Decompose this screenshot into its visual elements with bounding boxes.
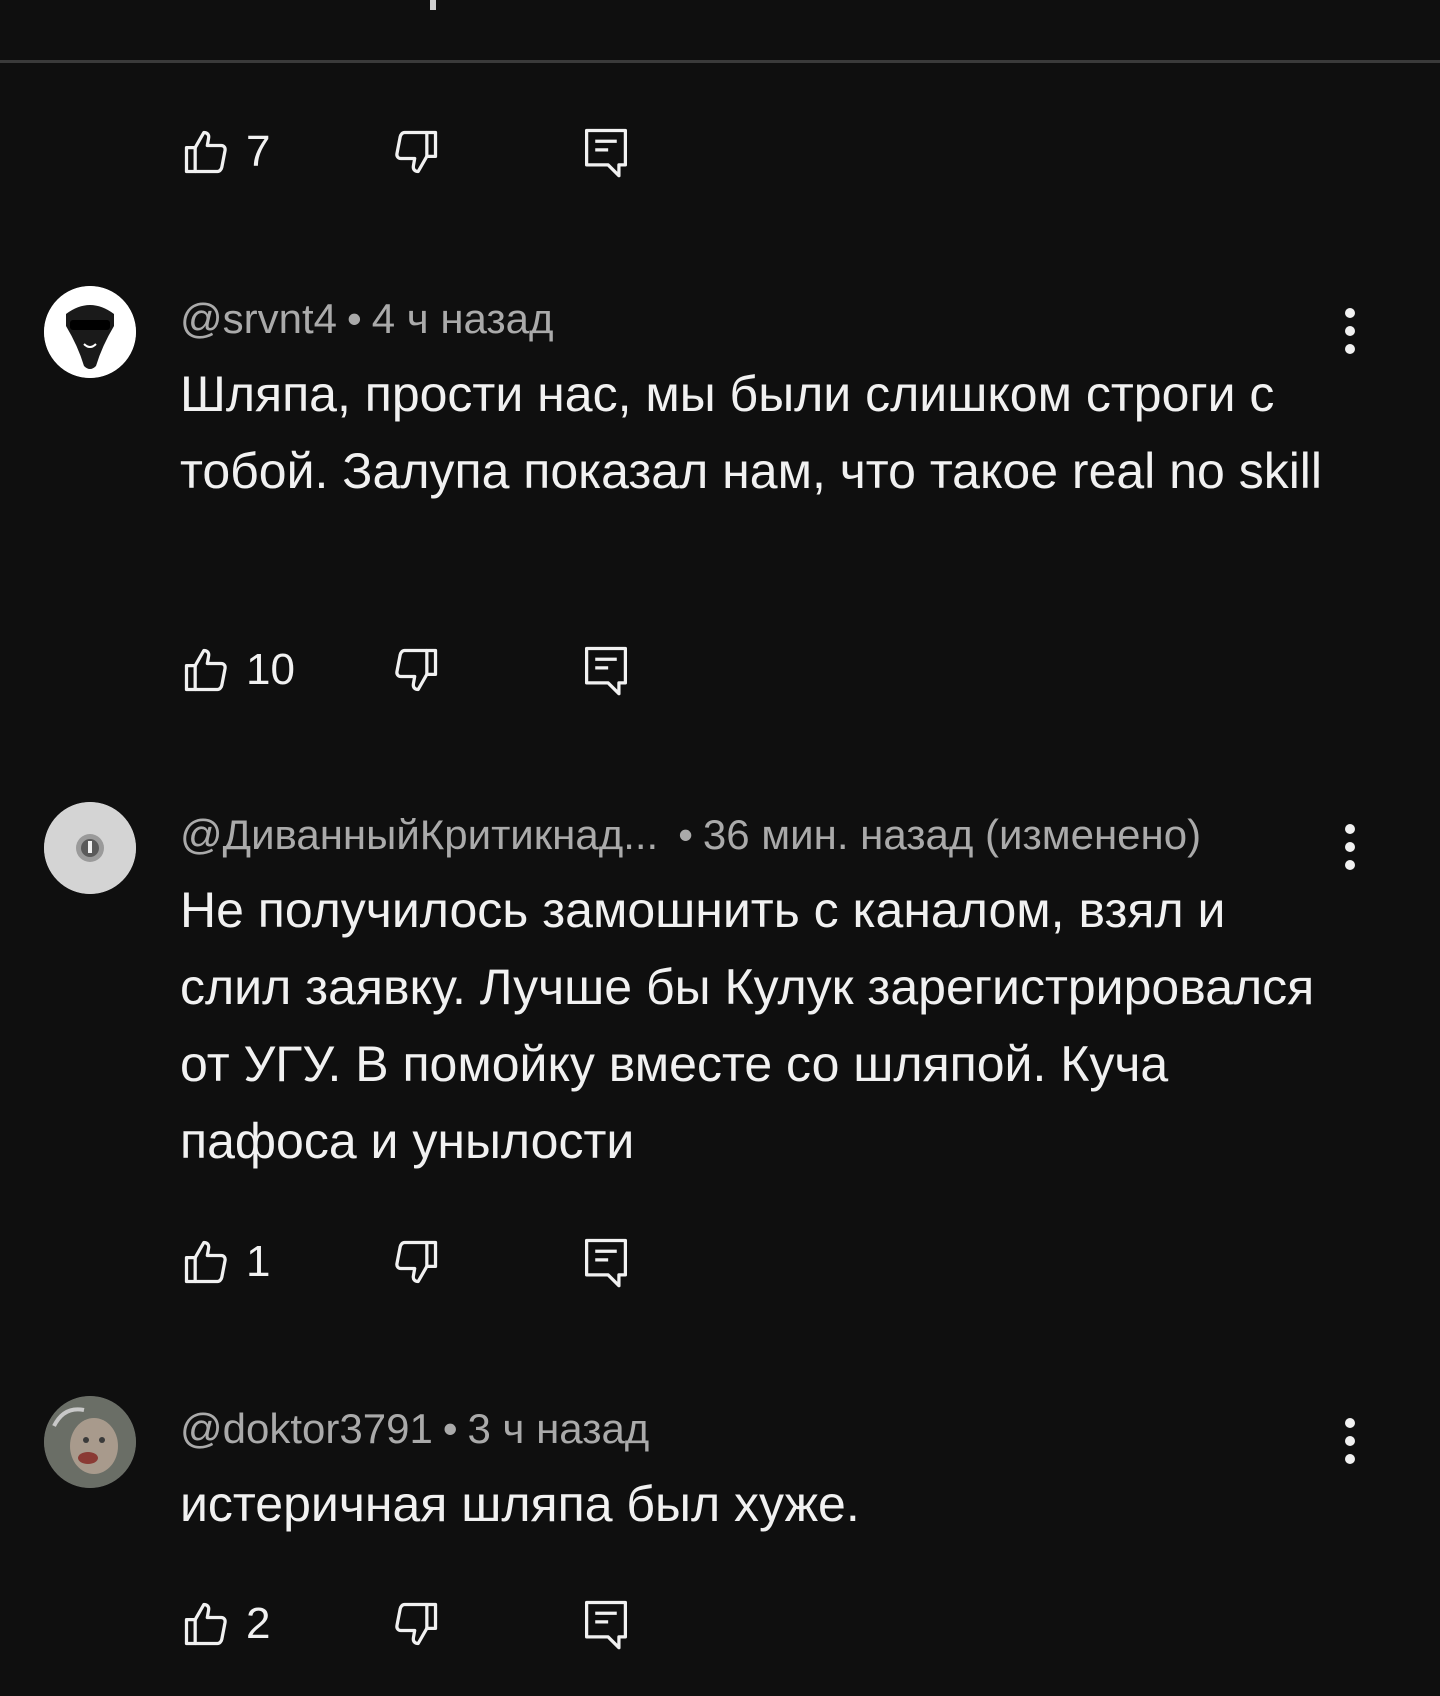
reply-comment-icon xyxy=(580,1596,632,1652)
author-handle[interactable]: @srvnt4 xyxy=(180,295,337,342)
reply-comment-icon xyxy=(580,1234,632,1290)
like-button[interactable]: 7 xyxy=(180,120,270,184)
comment-time: 3 ч назад xyxy=(467,1405,650,1452)
reply-button[interactable] xyxy=(580,1230,632,1294)
reply-button[interactable] xyxy=(580,120,632,184)
divider xyxy=(0,60,1440,63)
comment-actions: 10 xyxy=(180,638,700,702)
reply-comment-icon xyxy=(580,124,632,180)
comment-time: 4 ч назад xyxy=(371,295,554,342)
comment-actions: 1 xyxy=(180,1230,700,1294)
dislike-button[interactable] xyxy=(390,120,442,184)
comment-meta: @ДиванныйКритикнад... • 36 мин. назад (изм… xyxy=(180,814,1201,856)
comment-text: Шляпа, прости нас, мы были слишком строг… xyxy=(180,366,1323,499)
meta-separator: • xyxy=(442,1405,458,1452)
thumbs-down-icon xyxy=(390,644,442,696)
author-handle[interactable]: @ДиванныйКритикнад... xyxy=(180,811,658,858)
like-button[interactable]: 10 xyxy=(180,638,295,702)
author-handle[interactable]: @doktor3791 xyxy=(180,1405,433,1452)
thumbs-down-icon xyxy=(390,1236,442,1288)
avatar[interactable] xyxy=(44,802,136,894)
like-button[interactable]: 2 xyxy=(180,1592,270,1656)
dislike-button[interactable] xyxy=(390,1230,442,1294)
thumbs-up-icon xyxy=(180,644,232,696)
comment-meta: @doktor3791 • 3 ч назад xyxy=(180,1408,649,1450)
thumbs-up-icon xyxy=(180,1236,232,1288)
meta-separator: • xyxy=(678,811,693,858)
like-count: 7 xyxy=(246,127,271,176)
like-count: 1 xyxy=(246,1237,271,1286)
like-count: 10 xyxy=(246,645,295,694)
comment-text: Не получилось замошнить с каналом, взял … xyxy=(180,882,1315,1169)
dislike-button[interactable] xyxy=(390,638,442,702)
more-vertical-icon xyxy=(1344,1417,1356,1465)
thumbs-down-icon xyxy=(390,126,442,178)
comment-meta: @srvnt4 • 4 ч назад xyxy=(180,298,554,340)
comment-text: истеричная шляпа был хуже. xyxy=(180,1476,860,1532)
thumbs-down-icon xyxy=(390,1598,442,1650)
comment-actions: 2 xyxy=(180,1592,700,1656)
dislike-button[interactable] xyxy=(390,1592,442,1656)
like-button[interactable]: 1 xyxy=(180,1230,270,1294)
reply-button[interactable] xyxy=(580,1592,632,1656)
avatar[interactable] xyxy=(44,286,136,378)
reply-comment-icon xyxy=(580,642,632,698)
text-cursor xyxy=(430,0,436,10)
thumbs-up-icon xyxy=(180,126,232,178)
like-count: 2 xyxy=(246,1599,271,1648)
more-vertical-icon xyxy=(1344,823,1356,871)
meta-separator: • xyxy=(347,295,362,342)
comment-time: 36 мин. назад (изменено) xyxy=(702,811,1202,858)
comment-actions-previous: 7 xyxy=(180,120,700,184)
avatar[interactable] xyxy=(44,1396,136,1488)
reply-button[interactable] xyxy=(580,638,632,702)
thumbs-up-icon xyxy=(180,1598,232,1650)
more-vertical-icon xyxy=(1344,307,1356,355)
